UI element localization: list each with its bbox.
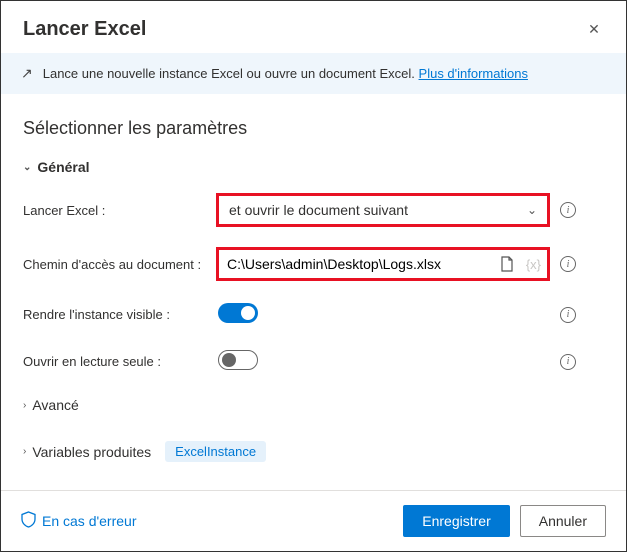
readonly-toggle[interactable]	[218, 350, 258, 370]
file-picker-icon[interactable]	[494, 256, 520, 272]
close-icon: ✕	[588, 21, 600, 37]
on-error-label: En cas d'erreur	[42, 513, 137, 529]
launch-excel-select[interactable]: et ouvrir le document suivant ⌄	[218, 195, 548, 225]
info-banner: ↗ Lance une nouvelle instance Excel ou o…	[1, 53, 626, 94]
close-button[interactable]: ✕	[582, 17, 606, 41]
variables-label: Variables produites	[32, 444, 151, 460]
section-title: Sélectionner les paramètres	[23, 118, 604, 139]
chevron-down-icon: ⌄	[527, 203, 537, 217]
general-section-toggle[interactable]: ⌄ Général	[23, 159, 604, 175]
launch-excel-value: et ouvrir le document suivant	[229, 202, 408, 218]
chevron-right-icon: ›	[23, 446, 26, 457]
shield-icon	[21, 511, 36, 531]
info-icon[interactable]: i	[560, 202, 576, 218]
chevron-down-icon: ⌄	[23, 162, 31, 173]
launch-excel-label: Lancer Excel :	[23, 203, 218, 218]
dialog-title: Lancer Excel	[23, 18, 146, 41]
toggle-knob	[222, 353, 236, 367]
info-icon[interactable]: i	[560, 354, 576, 370]
launch-arrow-icon: ↗	[21, 65, 33, 82]
variable-picker-icon[interactable]: {x}	[520, 257, 547, 272]
on-error-link[interactable]: En cas d'erreur	[21, 511, 137, 531]
general-label: Général	[37, 159, 89, 175]
variables-section-toggle[interactable]: › Variables produites ExcelInstance	[23, 441, 604, 462]
cancel-button[interactable]: Annuler	[520, 505, 606, 537]
variable-pill[interactable]: ExcelInstance	[165, 441, 266, 462]
banner-text: Lance une nouvelle instance Excel ou ouv…	[43, 66, 419, 81]
toggle-knob	[241, 306, 255, 320]
document-path-label: Chemin d'accès au document :	[23, 257, 218, 272]
info-icon[interactable]: i	[560, 256, 576, 272]
more-info-link[interactable]: Plus d'informations	[419, 66, 528, 81]
document-path-input[interactable]	[219, 250, 494, 278]
document-path-field[interactable]: {x}	[218, 249, 548, 279]
make-visible-label: Rendre l'instance visible :	[23, 307, 218, 322]
make-visible-toggle[interactable]	[218, 303, 258, 323]
save-button[interactable]: Enregistrer	[403, 505, 509, 537]
info-icon[interactable]: i	[560, 307, 576, 323]
chevron-right-icon: ›	[23, 400, 26, 411]
advanced-label: Avancé	[32, 397, 78, 413]
advanced-section-toggle[interactable]: › Avancé	[23, 397, 604, 413]
readonly-label: Ouvrir en lecture seule :	[23, 354, 218, 369]
